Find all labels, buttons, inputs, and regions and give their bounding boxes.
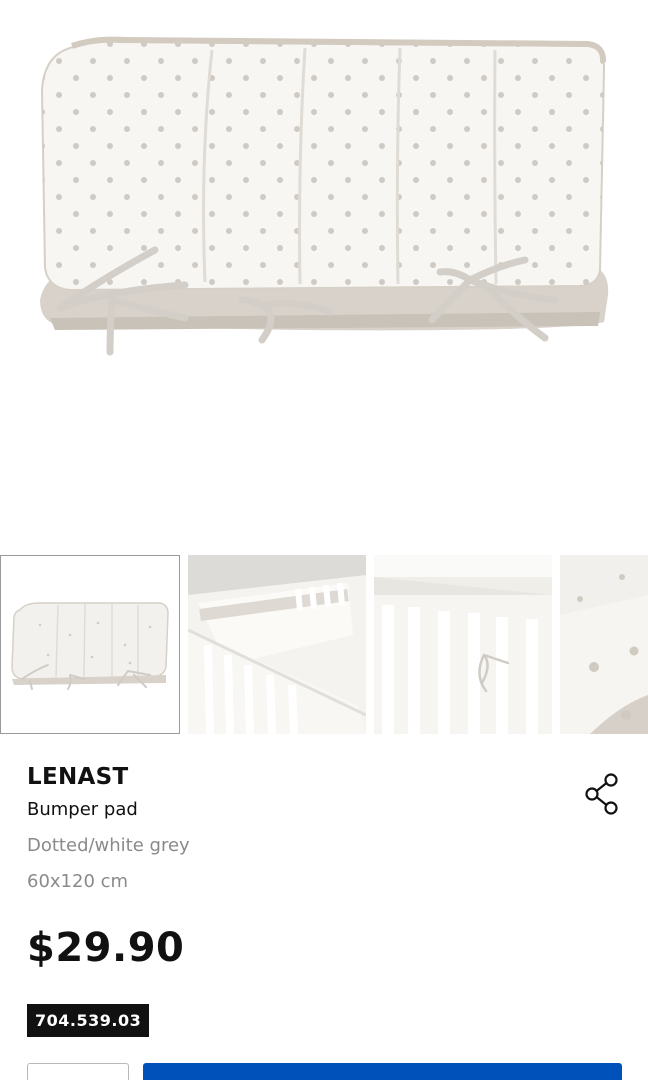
quantity-stepper[interactable] bbox=[27, 1063, 129, 1080]
thumbnail-2[interactable] bbox=[188, 555, 366, 734]
thumbnail-3[interactable] bbox=[374, 555, 552, 734]
product-size: 60x120 cm bbox=[27, 871, 129, 892]
article-number-badge: 704.539.03 bbox=[27, 1004, 150, 1037]
product-info: LENAST Bumper pad Dotted/white grey 60x1… bbox=[27, 760, 627, 896]
product-main-image[interactable] bbox=[0, 0, 648, 540]
add-to-cart-button[interactable] bbox=[143, 1063, 622, 1080]
thumbnail-strip[interactable] bbox=[0, 555, 648, 735]
share-icon bbox=[585, 773, 618, 815]
product-variant: Dotted/white grey bbox=[27, 835, 190, 856]
share-button[interactable] bbox=[582, 772, 624, 818]
product-name: LENAST bbox=[27, 764, 129, 790]
thumbnail-4[interactable] bbox=[560, 555, 648, 734]
thumbnail-1[interactable] bbox=[0, 555, 180, 734]
product-price: $29.90 bbox=[27, 925, 185, 971]
product-page: LENAST Bumper pad Dotted/white grey 60x1… bbox=[0, 0, 648, 1080]
product-type: Bumper pad bbox=[27, 799, 138, 820]
